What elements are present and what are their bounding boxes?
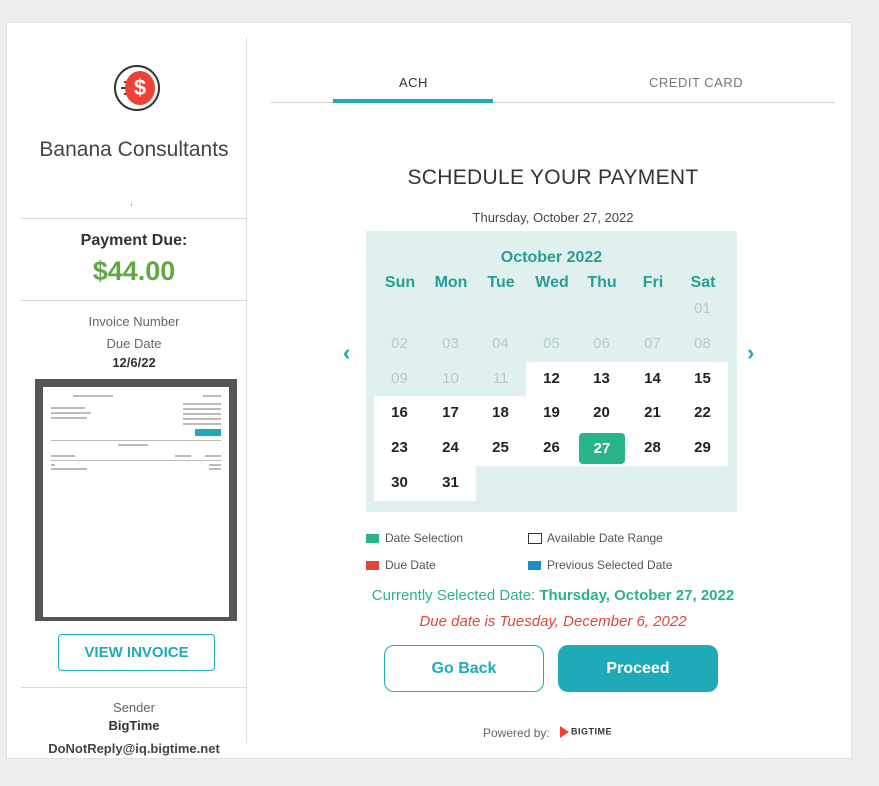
calendar-day-disabled: 09 bbox=[391, 370, 408, 387]
calendar-day-disabled: 02 bbox=[391, 335, 408, 352]
invoice-number-label: Invoice Number bbox=[88, 314, 180, 329]
calendar-day[interactable]: 29 bbox=[677, 431, 728, 466]
proceed-button[interactable]: Proceed bbox=[558, 645, 718, 692]
weekday-header: Sat bbox=[690, 274, 716, 291]
legend-date-selection: Date Selection bbox=[385, 531, 464, 545]
payment-method-tabs: ACH CREDIT CARD bbox=[271, 63, 835, 103]
calendar-day[interactable]: 22 bbox=[677, 396, 728, 431]
active-tab-indicator bbox=[333, 99, 493, 103]
calendar-day[interactable]: 20 bbox=[576, 396, 627, 431]
calendar-day-disabled: 05 bbox=[543, 335, 560, 352]
invoice-thumbnail[interactable] bbox=[35, 379, 237, 621]
tab-credit-card[interactable]: CREDIT CARD bbox=[649, 75, 743, 90]
calendar-day[interactable]: 21 bbox=[627, 396, 678, 431]
calendar-day[interactable]: 14 bbox=[627, 362, 678, 397]
company-name: Banana Consultants bbox=[39, 138, 229, 161]
calendar-day-disabled: 04 bbox=[492, 335, 509, 352]
calendar-day[interactable]: 18 bbox=[475, 396, 526, 431]
calendar-day-disabled: 10 bbox=[442, 370, 459, 387]
divider bbox=[21, 300, 247, 301]
legend-previous-selected: Previous Selected Date bbox=[547, 558, 673, 572]
calendar-day[interactable]: 13 bbox=[576, 362, 627, 397]
calendar-day[interactable]: 15 bbox=[677, 362, 728, 397]
view-invoice-button[interactable]: VIEW INVOICE bbox=[58, 634, 215, 671]
calendar-month-label: October 2022 bbox=[500, 249, 603, 266]
weekday-header: Sun bbox=[384, 274, 416, 291]
calendar-day-disabled: 11 bbox=[492, 370, 509, 387]
next-month-chevron-right-icon[interactable]: › bbox=[747, 340, 754, 366]
powered-by-label: Powered by: bbox=[483, 726, 550, 740]
calendar-day[interactable]: 24 bbox=[425, 431, 476, 466]
calendar-day-disabled: 08 bbox=[694, 335, 711, 352]
calendar-day[interactable]: 19 bbox=[526, 396, 577, 431]
weekday-header: Tue bbox=[487, 274, 515, 291]
legend-available-range: Available Date Range bbox=[547, 531, 663, 545]
legend-swatch-selection bbox=[366, 534, 379, 543]
sender-email: DoNotReply@iq.bigtime.net bbox=[48, 741, 220, 756]
divider bbox=[21, 687, 247, 688]
current-selection-text: Currently Selected Date: Thursday, Octob… bbox=[271, 587, 835, 604]
legend-swatch-previous bbox=[528, 561, 541, 570]
legend-swatch-due bbox=[366, 561, 379, 570]
calendar-day[interactable]: 30 bbox=[374, 466, 425, 501]
calendar-day[interactable]: 16 bbox=[374, 396, 425, 431]
go-back-button[interactable]: Go Back bbox=[384, 645, 544, 692]
calendar-day-disabled: 06 bbox=[593, 335, 610, 352]
legend-swatch-available bbox=[528, 533, 542, 544]
schedule-selected-date: Thursday, October 27, 2022 bbox=[472, 210, 634, 225]
calendar-day[interactable]: 12 bbox=[526, 362, 577, 397]
bigtime-logo: BIGTIME bbox=[560, 726, 612, 738]
current-selection-value: Thursday, October 27, 2022 bbox=[539, 587, 735, 604]
payment-due-label: Payment Due: bbox=[80, 232, 188, 249]
calendar-day[interactable]: 26 bbox=[526, 431, 577, 466]
sender-label: Sender bbox=[113, 700, 155, 715]
date-picker-calendar: October 2022 Sun Mon Tue Wed Thu Fri Sat 01 02 03… bbox=[366, 231, 737, 512]
bigtime-logo-text: BIGTIME bbox=[571, 726, 612, 737]
calendar-day-disabled: 03 bbox=[442, 335, 459, 352]
weekday-header: Mon bbox=[434, 274, 468, 291]
due-date-message: Due date is Tuesday, December 6, 2022 bbox=[419, 613, 687, 630]
divider bbox=[21, 218, 247, 219]
calendar-day-label: 27 bbox=[579, 433, 625, 464]
weekday-header: Fri bbox=[642, 274, 664, 291]
calendar-day-selected[interactable]: 27 bbox=[576, 431, 627, 466]
due-date-value: 12/6/22 bbox=[112, 355, 156, 370]
invoice-summary-panel: $ Banana Consultants , Payment Due: $44.… bbox=[21, 37, 247, 756]
sender-name: BigTime bbox=[108, 718, 160, 733]
due-date-label: Due Date bbox=[106, 336, 162, 351]
calendar-day[interactable]: 23 bbox=[374, 431, 425, 466]
weekday-header: Thu bbox=[587, 274, 617, 291]
bigtime-logo-icon bbox=[560, 726, 569, 738]
payment-card: $ Banana Consultants , Payment Due: $44.… bbox=[6, 22, 852, 759]
company-subtitle: , bbox=[130, 197, 133, 208]
calendar-day-disabled: 01 bbox=[694, 300, 711, 317]
company-logo-dollar-icon: $ bbox=[114, 65, 160, 111]
weekday-header: Wed bbox=[535, 274, 569, 291]
current-selection-prefix: Currently Selected Date: bbox=[371, 587, 536, 604]
payment-due-amount: $44.00 bbox=[92, 256, 176, 286]
legend-due-date: Due Date bbox=[385, 558, 436, 572]
calendar-day-disabled: 07 bbox=[644, 335, 661, 352]
tab-ach[interactable]: ACH bbox=[399, 75, 428, 90]
calendar-day[interactable]: 25 bbox=[475, 431, 526, 466]
calendar-day[interactable]: 28 bbox=[627, 431, 678, 466]
calendar-day[interactable]: 17 bbox=[425, 396, 476, 431]
calendar-day[interactable]: 31 bbox=[425, 466, 476, 501]
schedule-title: SCHEDULE YOUR PAYMENT bbox=[407, 166, 699, 189]
prev-month-chevron-left-icon[interactable]: ‹ bbox=[343, 340, 350, 366]
